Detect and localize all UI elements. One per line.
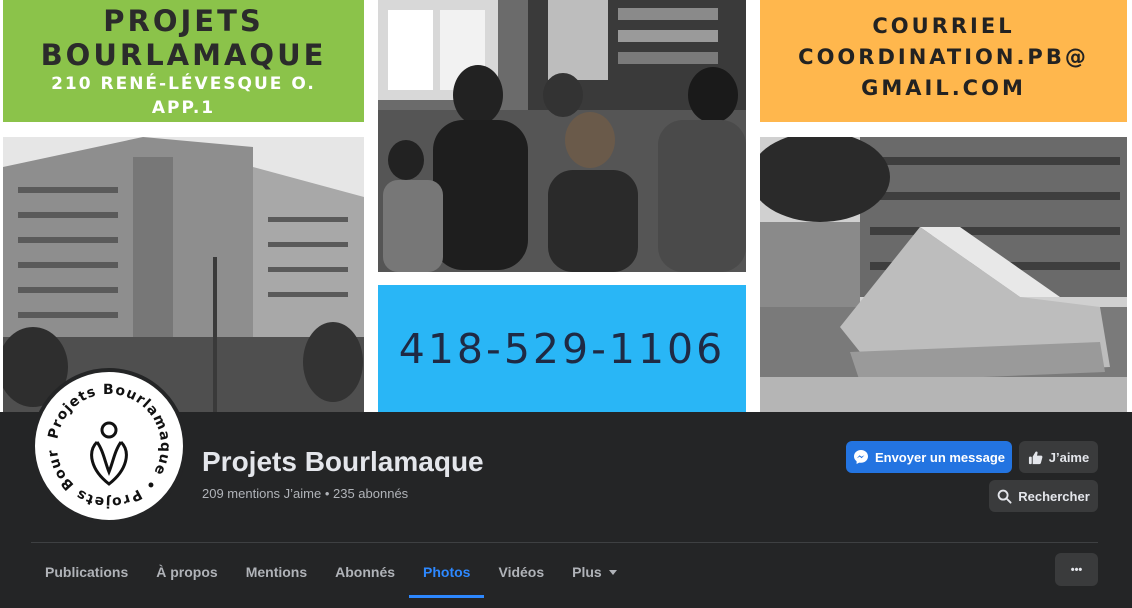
more-options-button[interactable]: ••• <box>1055 553 1098 586</box>
cover-text: GMAIL.COM <box>861 76 1026 100</box>
tab-publications[interactable]: Publications <box>31 548 142 596</box>
tab-label: Mentions <box>245 564 308 580</box>
cover-text: APP.1 <box>151 98 216 118</box>
tab-photos[interactable]: Photos <box>409 548 485 598</box>
cover-phone-text: 418-529-1106 <box>398 325 726 373</box>
tab-label: Photos <box>423 564 471 580</box>
tab-label: Plus <box>572 564 602 580</box>
cover-text: PROJETS <box>103 4 264 38</box>
like-label: J’aime <box>1048 449 1090 465</box>
tab-label: Abonnés <box>335 564 396 580</box>
page-tabs: Publications À propos Mentions Abonnés P… <box>31 548 632 598</box>
cover-photo[interactable]: PROJETS BOURLAMAQUE 210 RENÉ-LÉVESQUE O.… <box>0 0 1132 412</box>
inflatable-photo-illustration <box>760 137 1127 412</box>
page-avatar[interactable]: Projets Bourlamaque • Projets Bourlamaqu… <box>27 360 187 524</box>
search-page-button[interactable]: Rechercher <box>989 480 1098 512</box>
cover-photo-children <box>378 0 746 272</box>
like-page-button[interactable]: J’aime <box>1019 441 1098 473</box>
caret-down-icon <box>608 567 618 577</box>
thumbs-up-icon <box>1028 450 1043 465</box>
tab-followers[interactable]: Abonnés <box>321 548 409 596</box>
tab-label: Vidéos <box>498 564 545 580</box>
send-message-label: Envoyer un message <box>874 449 1006 465</box>
tab-label: Publications <box>45 564 129 580</box>
tab-mentions[interactable]: Mentions <box>232 548 321 596</box>
page-logo: Projets Bourlamaque • Projets Bourlamaqu… <box>27 360 179 516</box>
cover-tile-phone: 418-529-1106 <box>378 285 746 412</box>
page-title: Projets Bourlamaque <box>202 446 484 477</box>
cover-text: COURRIEL <box>872 14 1015 38</box>
more-dots-icon: ••• <box>1070 563 1083 576</box>
cover-text: COORDINATION.PB@ <box>798 45 1089 69</box>
cover-photo-building <box>3 137 364 412</box>
cover-text: BOURLAMAQUE <box>40 38 327 72</box>
tab-label: À propos <box>156 564 218 580</box>
messenger-icon <box>853 449 869 465</box>
cover-tile-name-address: PROJETS BOURLAMAQUE 210 RENÉ-LÉVESQUE O.… <box>3 0 364 122</box>
tab-more[interactable]: Plus <box>558 548 632 596</box>
tab-videos[interactable]: Vidéos <box>484 548 558 596</box>
send-message-button[interactable]: Envoyer un message <box>846 441 1012 473</box>
cover-text: 210 RENÉ-LÉVESQUE O. <box>51 74 316 94</box>
cover-tile-email: COURRIEL COORDINATION.PB@ GMAIL.COM <box>760 0 1127 122</box>
header-divider <box>31 542 1098 543</box>
cover-photo-inflatable <box>760 137 1127 412</box>
search-label: Rechercher <box>1018 488 1090 504</box>
search-icon <box>997 489 1012 504</box>
children-photo-illustration <box>378 0 746 272</box>
tab-about[interactable]: À propos <box>142 548 231 596</box>
building-photo-illustration <box>3 137 364 412</box>
page-stats: 209 mentions J’aime • 235 abonnés <box>202 486 409 501</box>
